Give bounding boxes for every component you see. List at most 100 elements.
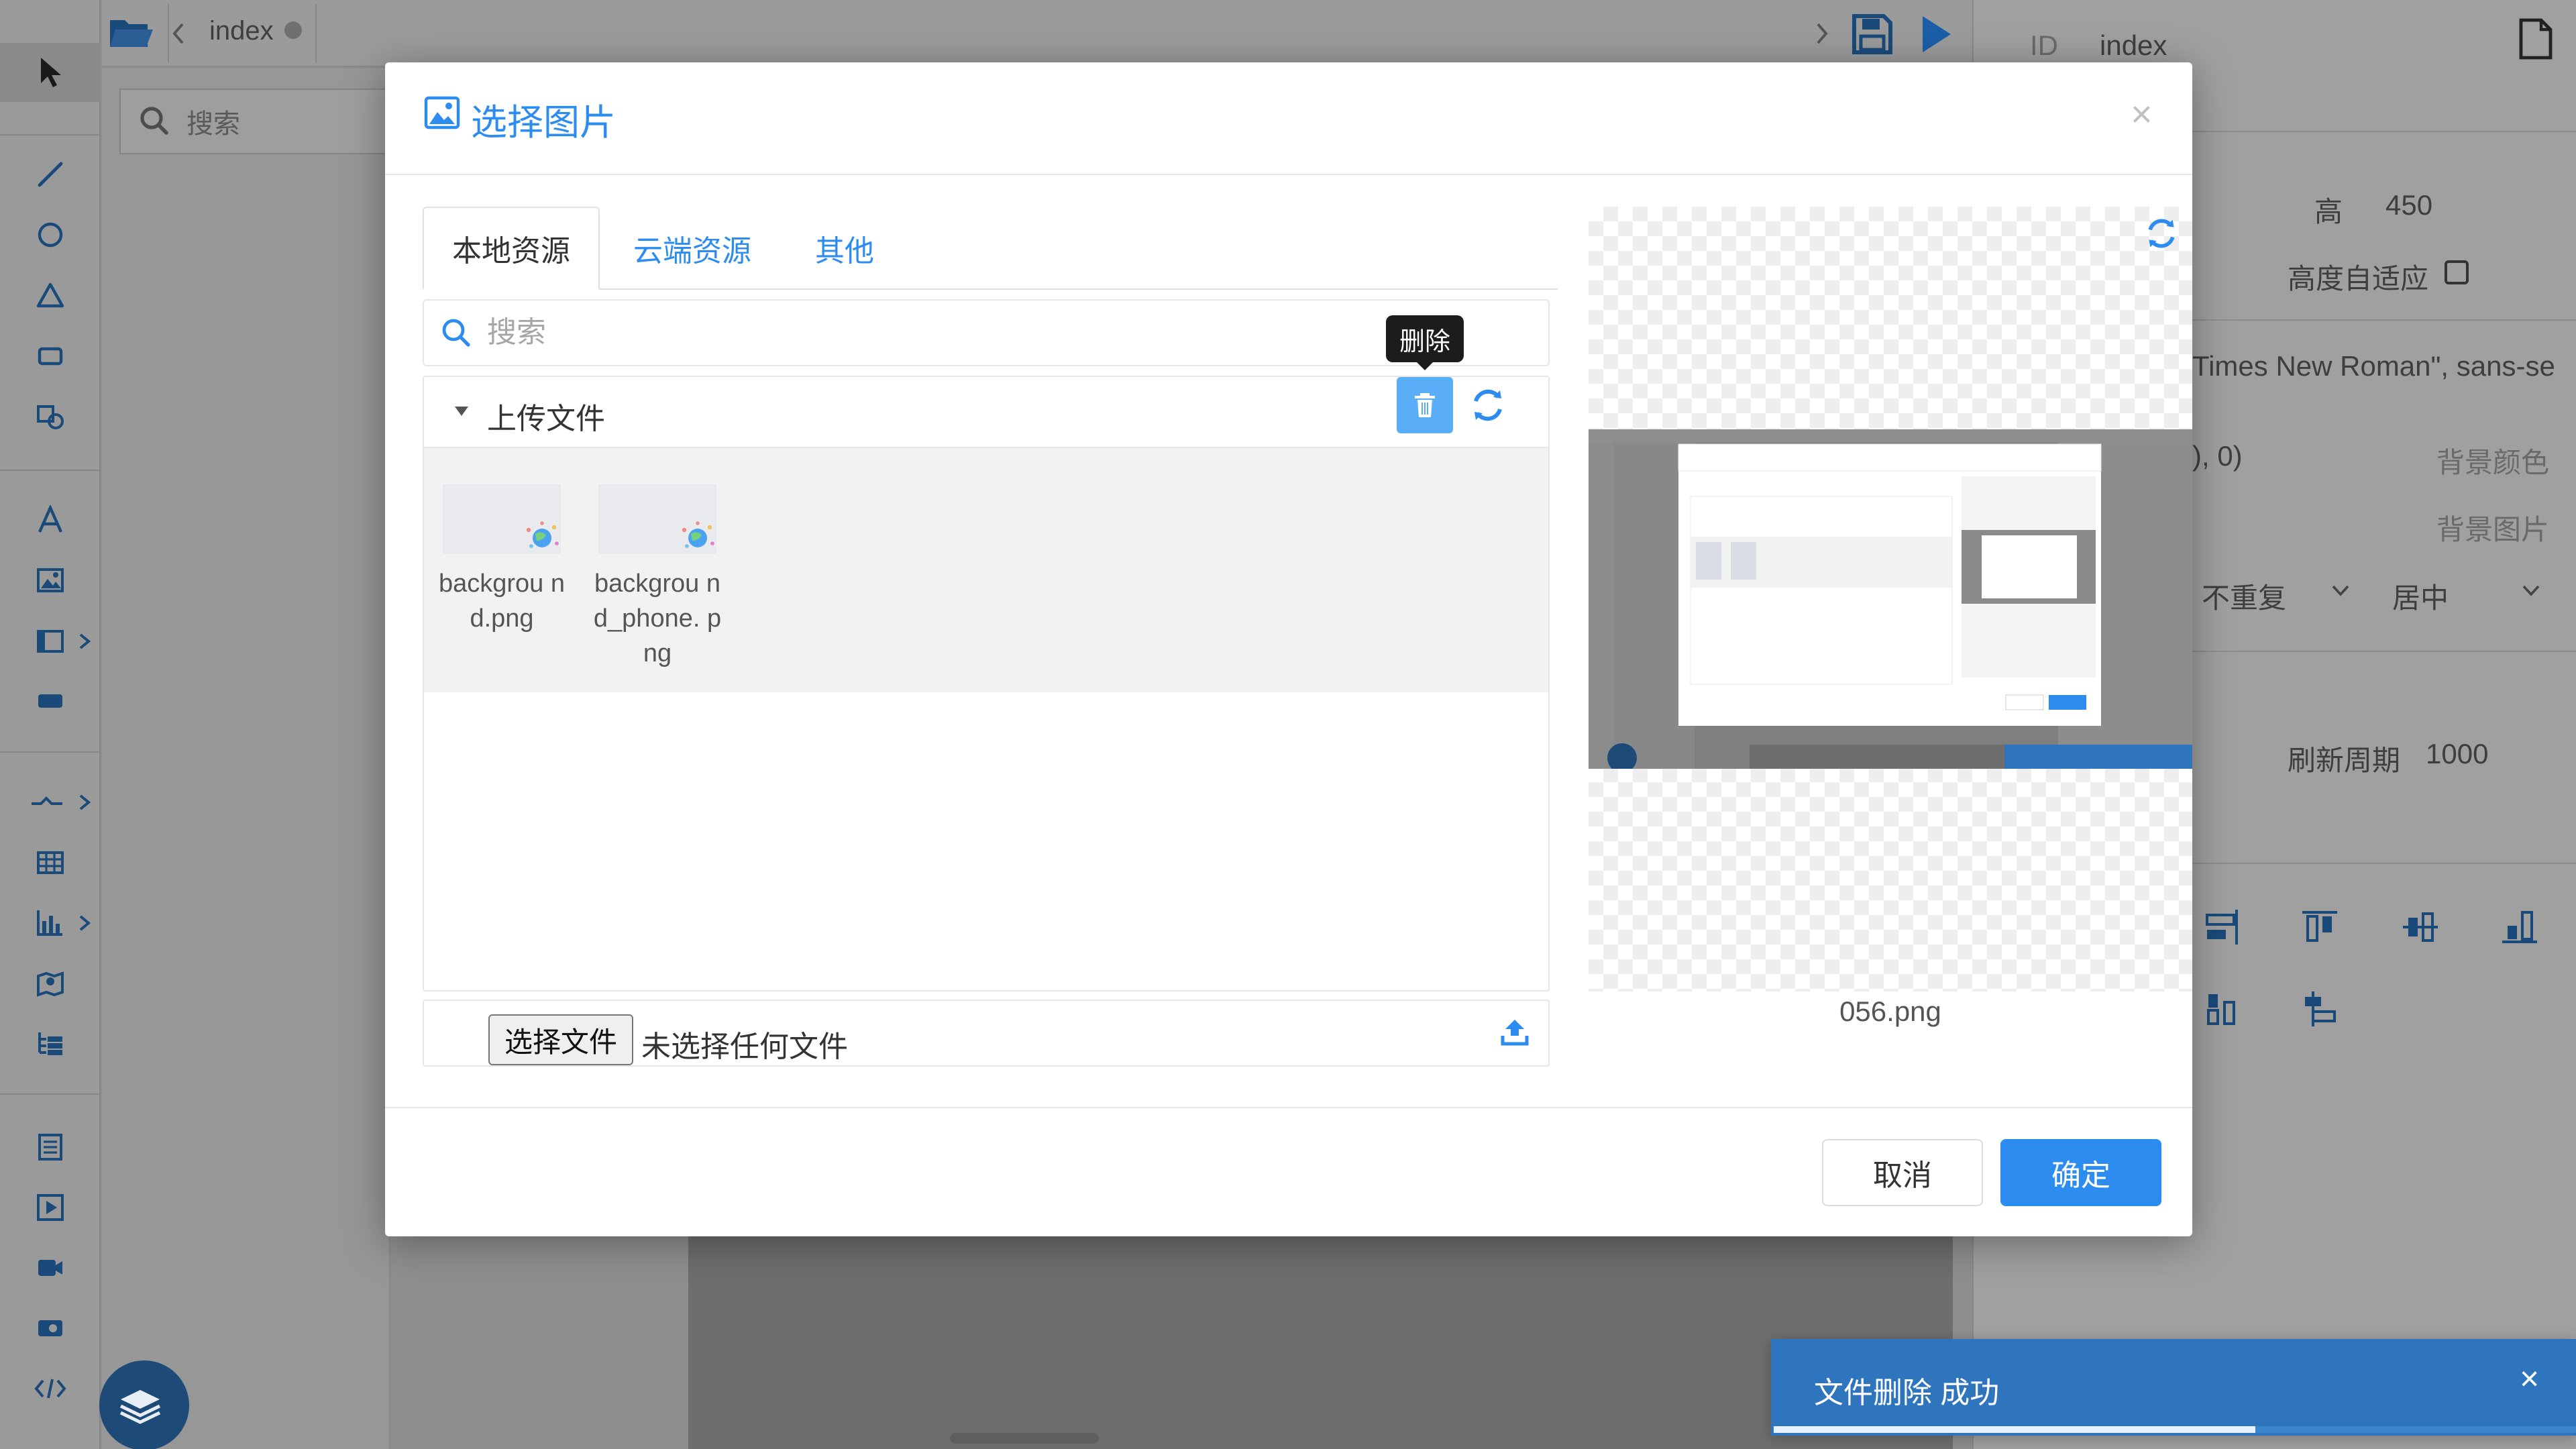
distribute-vertical-button[interactable] [2300, 989, 2340, 1029]
distribute-horizontal-button[interactable] [2202, 989, 2242, 1029]
tab-scroll-right[interactable] [1815, 21, 1829, 46]
resource-search-input[interactable] [487, 306, 1359, 360]
layers-icon [119, 1390, 161, 1424]
text-tool[interactable] [27, 496, 74, 543]
tab-cloud-resources[interactable]: 云端资源 [604, 207, 781, 290]
list-tool-icon [38, 1134, 62, 1161]
bg-repeat-select[interactable]: 不重复 [2202, 576, 2286, 616]
preview-filename: 056.png [1839, 996, 1941, 1027]
refresh-period-value[interactable]: 1000 [2426, 738, 2488, 770]
toolbar-divider [0, 134, 101, 136]
id-value[interactable]: index [2100, 30, 2167, 62]
shape-edit-tool[interactable] [27, 392, 74, 439]
circle-tool-icon [38, 222, 63, 248]
table-tool[interactable] [27, 839, 74, 885]
camera-icon [38, 1260, 62, 1276]
list-tool[interactable] [27, 1124, 74, 1171]
canvas-scrollbar[interactable] [950, 1433, 1099, 1444]
run-button[interactable] [1920, 13, 1953, 55]
page-settings-button[interactable] [2517, 17, 2553, 60]
image-icon [424, 96, 460, 129]
align-center-button[interactable] [2400, 907, 2440, 947]
upload-button[interactable] [1500, 1017, 1529, 1046]
refresh-period-label: 刷新周期 [2288, 745, 2401, 776]
tooltip-arrow [1415, 361, 1434, 370]
refresh-preview-button[interactable] [2144, 216, 2179, 251]
refresh-icon [2148, 219, 2175, 248]
delete-file-button[interactable] [1397, 377, 1453, 433]
delete-tooltip: 删除 [1386, 315, 1464, 362]
bg-image-label: 背景图片 [2436, 514, 2550, 545]
layers-button[interactable] [99, 1360, 189, 1449]
table-tool-icon [37, 851, 64, 874]
code-tool[interactable] [27, 1365, 74, 1412]
triangle-tool[interactable] [27, 272, 74, 319]
font-family-value[interactable]: Times New Roman", sans-se [2192, 350, 2555, 382]
align-top-icon [2302, 911, 2337, 942]
connector-tool[interactable] [27, 778, 91, 825]
unsaved-dot [284, 21, 302, 39]
save-button[interactable] [1851, 13, 1893, 55]
confirm-button[interactable]: 确定 [2000, 1139, 2161, 1206]
toolbar-divider [0, 470, 101, 471]
caret-down-icon[interactable] [453, 405, 470, 417]
shape-edit-icon [37, 405, 64, 429]
choose-file-button[interactable]: 选择文件 [488, 1014, 633, 1065]
design-canvas[interactable] [688, 1221, 1953, 1449]
align-left-button[interactable] [2202, 907, 2242, 947]
dialog-footer-divider [385, 1107, 2192, 1108]
document-tab-label: index [209, 16, 274, 46]
video-play-icon [37, 1194, 64, 1221]
chevron-down-icon [2521, 584, 2541, 597]
button-tool-icon [38, 694, 62, 708]
text-tool-icon [38, 505, 63, 533]
open-folder-button[interactable] [107, 12, 161, 55]
record-icon [38, 1320, 62, 1336]
chart-tool-icon [37, 910, 62, 936]
rectangle-tool[interactable] [27, 332, 74, 379]
image-placeholder-icon [526, 521, 559, 548]
auto-height-label: 高度自适应 [2288, 263, 2429, 294]
image-placeholder-icon [682, 521, 714, 548]
bg-color-label: 背景颜色 [2436, 447, 2550, 478]
map-tool[interactable] [27, 959, 74, 1006]
tree-tool[interactable] [27, 1020, 74, 1067]
tab-other[interactable]: 其他 [781, 207, 908, 290]
distribute-horizontal-icon [2207, 994, 2235, 1025]
upload-icon [1501, 1020, 1529, 1046]
align-bottom-icon [2502, 911, 2537, 943]
align-center-icon [2403, 912, 2438, 942]
panel-tool[interactable] [27, 617, 91, 664]
component-panel [102, 68, 390, 1449]
distribute-vertical-icon [2305, 991, 2336, 1026]
video-tool[interactable] [27, 1184, 74, 1231]
camera-tool[interactable] [27, 1244, 74, 1291]
toast-close-button[interactable]: × [2520, 1362, 2539, 1395]
tree-tool-icon [38, 1032, 62, 1055]
file-thumbnail [598, 484, 716, 554]
image-tool[interactable] [27, 557, 74, 604]
search-icon [440, 317, 472, 349]
align-bottom-button[interactable] [2500, 907, 2540, 947]
select-tool[interactable] [27, 48, 74, 95]
toast-progress-bar [1774, 1426, 2255, 1433]
chart-tool[interactable] [27, 899, 91, 946]
refresh-files-button[interactable] [1469, 386, 1507, 424]
folder-icon [110, 20, 153, 47]
component-search-placeholder: 搜索 [186, 109, 240, 139]
cancel-button[interactable]: 取消 [1822, 1139, 1983, 1206]
height-value[interactable]: 450 [2385, 189, 2432, 221]
upload-group-title: 上传文件 [487, 402, 605, 435]
record-tool[interactable] [27, 1305, 74, 1352]
tab-local-resources[interactable]: 本地资源 [423, 207, 600, 290]
select-pointer-icon [41, 58, 61, 87]
auto-height-checkbox[interactable] [2445, 260, 2469, 284]
color-value[interactable]: ), 0) [2192, 440, 2243, 472]
bg-position-select[interactable]: 居中 [2392, 576, 2449, 616]
align-top-button[interactable] [2300, 907, 2340, 947]
triangle-tool-icon [36, 282, 64, 308]
line-tool[interactable] [27, 151, 74, 198]
circle-tool[interactable] [27, 211, 74, 258]
button-tool[interactable] [27, 678, 74, 724]
dialog-close-button[interactable]: × [2131, 94, 2153, 134]
